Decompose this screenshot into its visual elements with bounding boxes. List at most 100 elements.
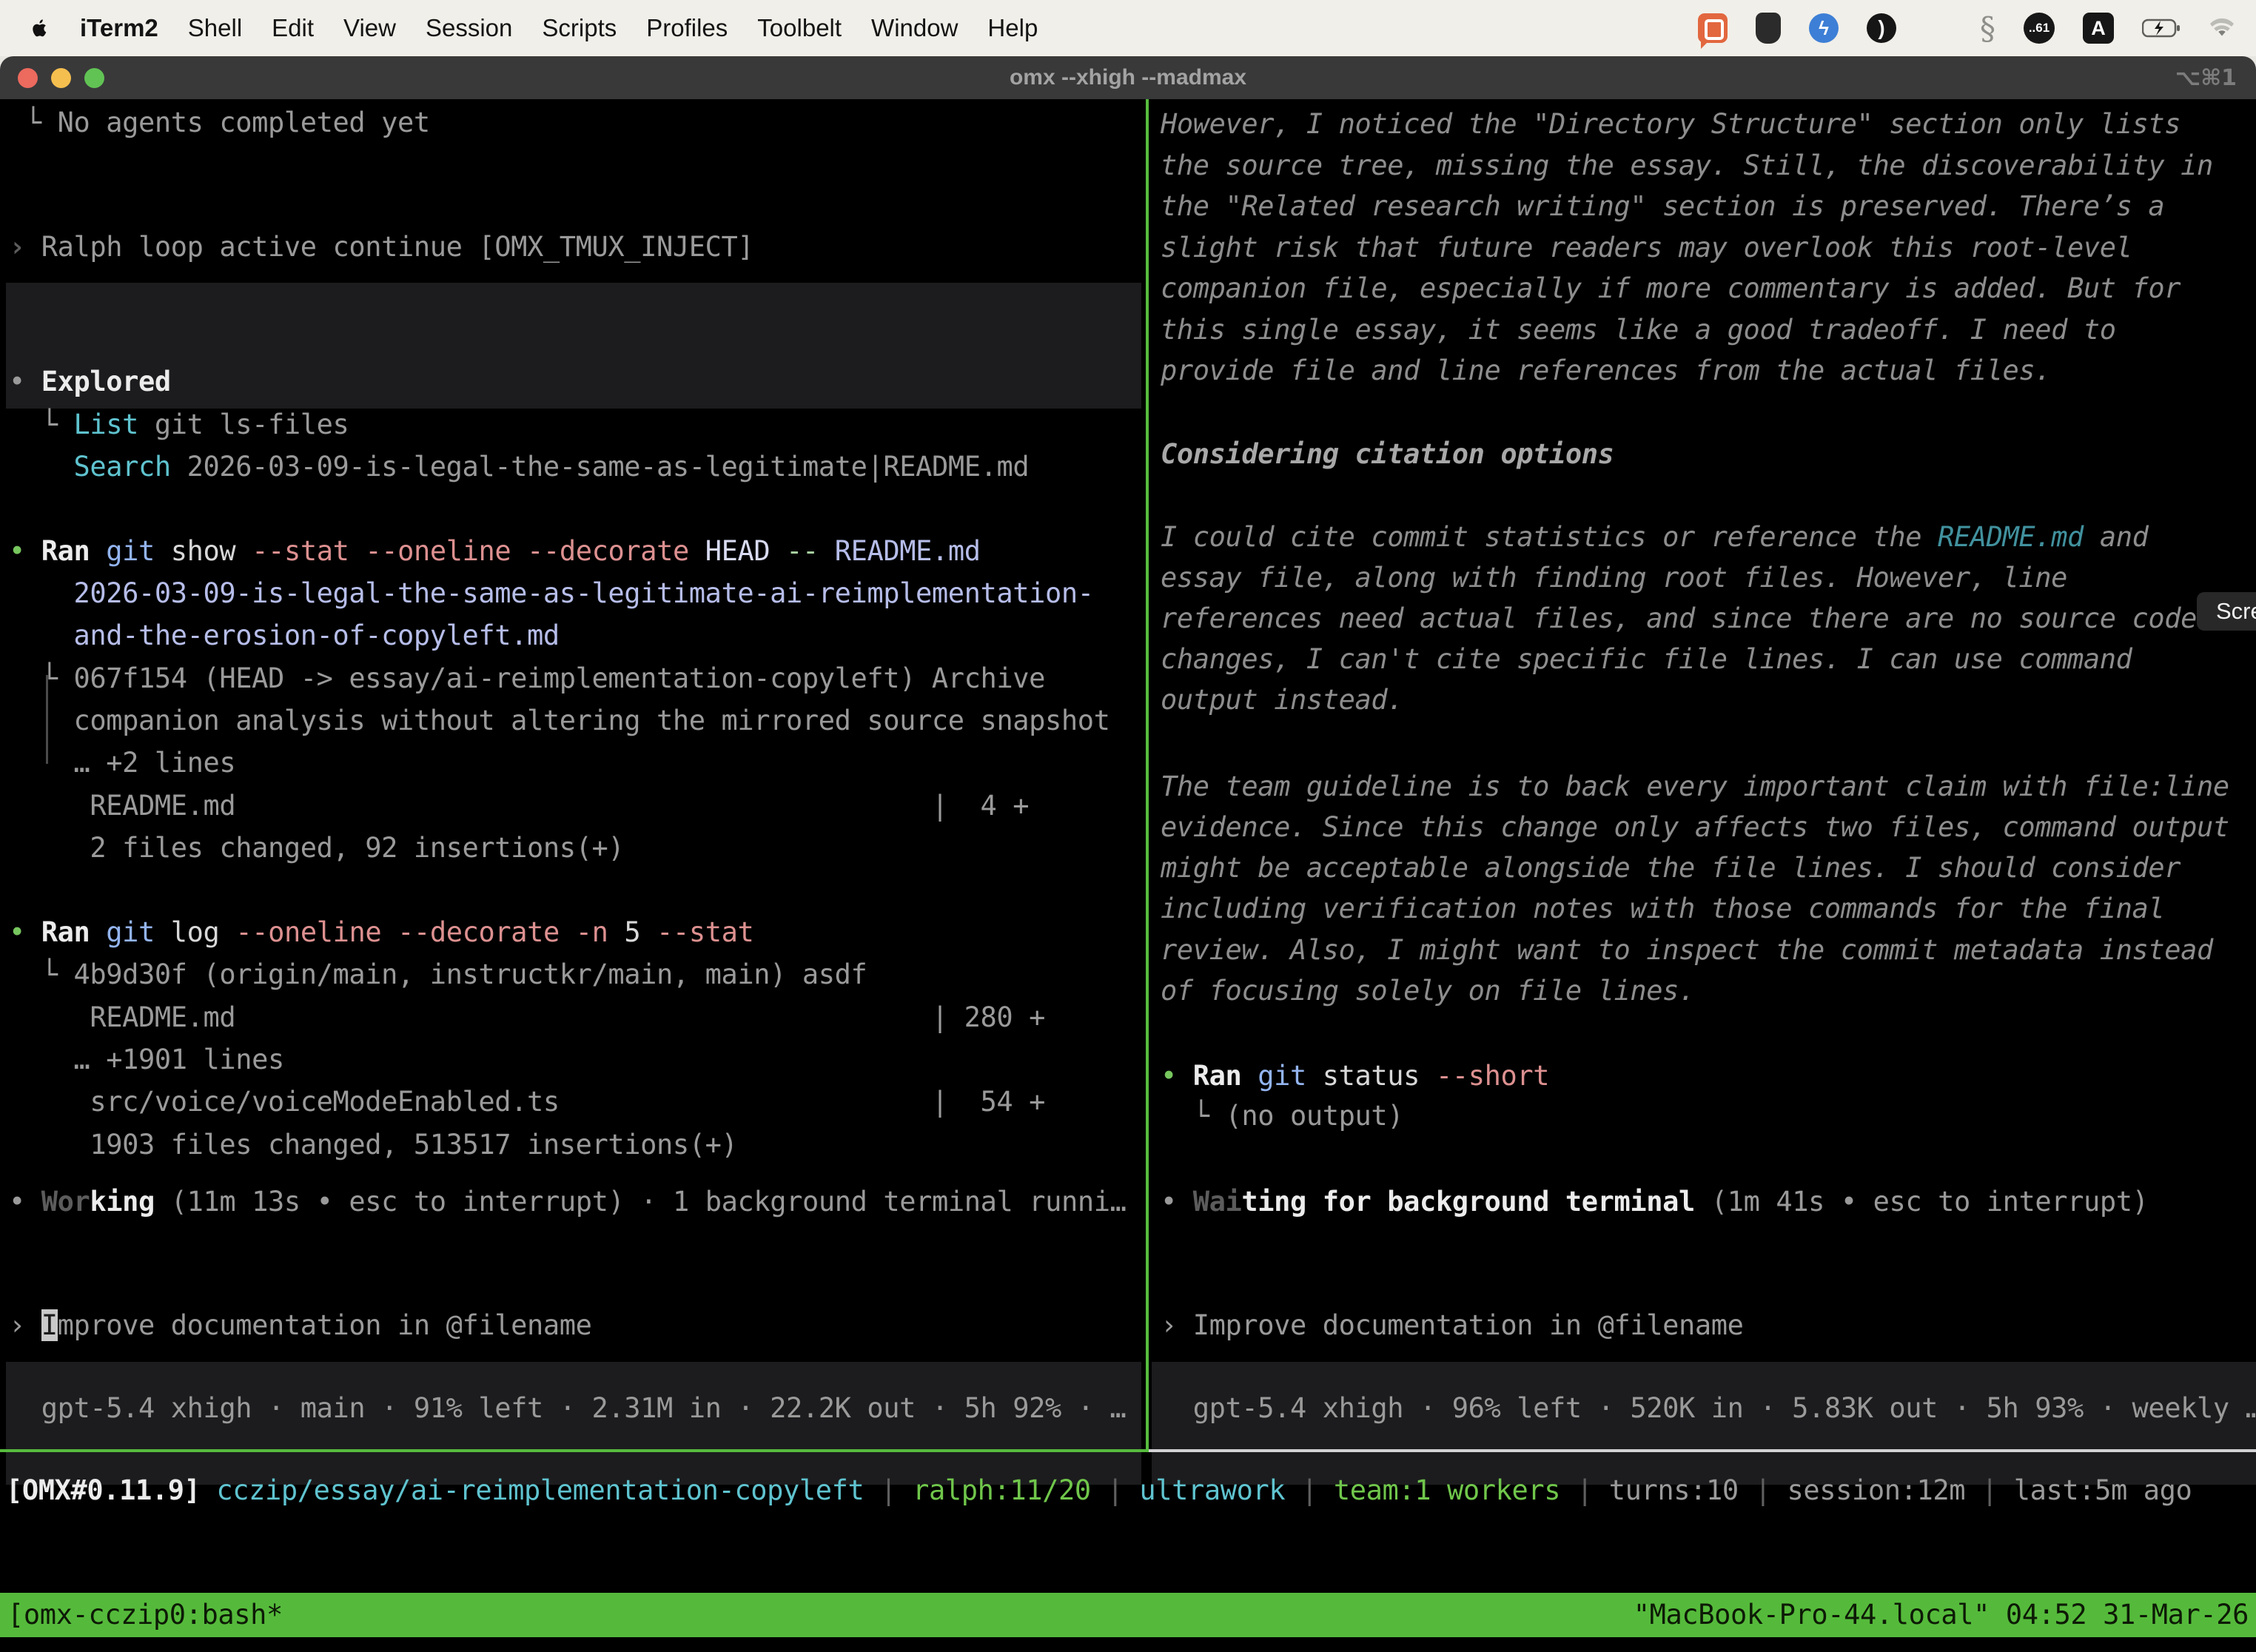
- text-segment: … +2 lines: [9, 747, 235, 779]
- text-segment: might be acceptable alongside the file l…: [1161, 852, 2181, 884]
- clip-app-icon[interactable]: §: [1980, 10, 1995, 47]
- terminal-line-right: • Ran git status --short: [1161, 1055, 1549, 1097]
- text-segment: git: [1258, 1060, 1323, 1092]
- terminal-line-left: └ 067f154 (HEAD -> essay/ai-reimplementa…: [9, 657, 1045, 699]
- terminal-line-left: src/voice/voiceModeEnabled.ts | 54 +: [9, 1081, 1045, 1123]
- screen-indicator-overlay[interactable]: Scre: [2197, 592, 2256, 631]
- menu-items: iTerm2 Shell Edit View Session Scripts Profile…: [80, 14, 1038, 42]
- text-segment: essay file, along with finding root file…: [1161, 562, 2067, 594]
- menu-item-session[interactable]: Session: [426, 14, 512, 42]
- text-segment: Wai: [1193, 1186, 1242, 1218]
- terminal-line-right: output instead.: [1161, 679, 1403, 721]
- text-segment: cczip/essay/ai-reimplementation-copyleft: [216, 1474, 864, 1506]
- terminal-line-right: • Waiting for background terminal (1m 41…: [1161, 1181, 2148, 1223]
- text-segment: •: [1161, 1186, 1193, 1218]
- text-segment: •: [1161, 1060, 1193, 1092]
- count-badge-icon[interactable]: ..61: [2024, 13, 2055, 44]
- terminal-line-left: 2026-03-09-is-legal-the-same-as-legitima…: [9, 572, 1094, 614]
- text-segment: README.md: [835, 535, 981, 567]
- text-segment: git ls-files: [138, 409, 349, 440]
- text-segment: ralph:11/20: [913, 1474, 1091, 1506]
- apple-menu-icon[interactable]: [28, 16, 50, 41]
- text-segment: └ 067f154 (HEAD -> essay/ai-reimplementa…: [9, 662, 1045, 694]
- text-segment: 2026-03-09-is-legal-the-same-as-legitima…: [9, 577, 1094, 609]
- pane-border-bottom-left: [0, 1449, 1149, 1452]
- tmux-pane-divider[interactable]: [1146, 99, 1149, 1449]
- text-segment: the source tree, missing the essay. Stil…: [1161, 150, 2213, 181]
- text-segment: ›: [9, 1309, 41, 1341]
- text-segment: README.md: [1938, 521, 2084, 553]
- terminal-line-left: › Improve documentation in @filename: [9, 1304, 592, 1346]
- text-segment: |: [1560, 1474, 1609, 1506]
- menu-item-toolbelt[interactable]: Toolbelt: [757, 14, 842, 42]
- terminal-line-left: └ No agents completed yet: [9, 101, 430, 144]
- terminal-line-right: changes, I can't cite specific file line…: [1161, 638, 2132, 680]
- terminal-line-right: the source tree, missing the essay. Stil…: [1161, 144, 2213, 187]
- terminal-line-left: 2 files changed, 92 insertions(+): [9, 827, 624, 869]
- terminal-line-left: • Working (11m 13s • esc to interrupt) ·…: [9, 1181, 1126, 1223]
- grid-dots-icon[interactable]: [1924, 15, 1952, 42]
- terminal-line-left: 1903 files changed, 513517 insertions(+): [9, 1124, 737, 1166]
- terminal-line-left: gpt-5.4 xhigh · main · 91% left · 2.31M …: [9, 1387, 1126, 1429]
- text-segment: Wor: [41, 1186, 90, 1218]
- text-segment: └ (no output): [1161, 1100, 1403, 1132]
- menu-bar: iTerm2 Shell Edit View Session Scripts Profile…: [0, 0, 2256, 56]
- menu-item-iterm2[interactable]: iTerm2: [80, 14, 158, 42]
- text-segment: |: [1285, 1474, 1334, 1506]
- wifi-icon[interactable]: [2209, 18, 2235, 38]
- terminal-line-right: › Improve documentation in @filename: [1161, 1304, 1744, 1346]
- chat-app-icon[interactable]: [1698, 13, 1728, 43]
- omx-status-text: [OMX#0.11.9] cczip/essay/ai-reimplementa…: [6, 1469, 2192, 1511]
- keyboard-layout-icon[interactable]: A: [2083, 13, 2114, 44]
- text-segment: |: [1739, 1474, 1787, 1506]
- terminal-line-left: └ List git ls-files: [9, 403, 349, 446]
- text-segment: ultrawork: [1139, 1474, 1285, 1506]
- text-segment: ting for background terminal: [1241, 1186, 1695, 1218]
- text-segment: provide file and line references from th…: [1161, 355, 2051, 386]
- menu-item-scripts[interactable]: Scripts: [542, 14, 617, 42]
- terminal-line-right: references need actual files, and since …: [1161, 597, 2197, 639]
- text-segment: companion file, especially if more comme…: [1161, 272, 2181, 304]
- terminal-line-left: └ 4b9d30f (origin/main, instructkr/main,…: [9, 953, 867, 995]
- terminal-line-right: the "Related research writing" section i…: [1161, 185, 2164, 227]
- text-segment: -n: [576, 916, 625, 948]
- terminal-line-right: I could cite commit statistics or refere…: [1161, 516, 2148, 558]
- battery-icon[interactable]: [2142, 18, 2181, 38]
- shield-app-icon[interactable]: [1756, 13, 1781, 44]
- text-segment: --stat: [657, 916, 753, 948]
- text-segment: [OMX#0.11.9]: [6, 1474, 216, 1506]
- text-segment: However, I noticed the "Directory Struct…: [1161, 108, 2181, 140]
- terminal-line-left: … +1901 lines: [9, 1038, 284, 1081]
- terminal-content: └ No agents completed yet › Ralph loop ac…: [0, 99, 2256, 1652]
- tmux-session-window[interactable]: [omx-cczip0:bash*: [7, 1593, 283, 1637]
- terminal-line-left: • Explored: [9, 360, 171, 403]
- terminal-line-right: Considering citation options: [1161, 433, 1614, 475]
- text-segment: --: [786, 535, 835, 567]
- text-segment: --oneline --decorate: [235, 916, 575, 948]
- menu-item-window[interactable]: Window: [871, 14, 958, 42]
- terminal-line-left: › Ralph loop active continue [OMX_TMUX_I…: [9, 226, 753, 268]
- text-segment: log: [171, 916, 236, 948]
- text-segment: 1903 files changed, 513517 insertions(+): [9, 1129, 737, 1161]
- menu-item-profiles[interactable]: Profiles: [646, 14, 728, 42]
- menu-item-help[interactable]: Help: [987, 14, 1038, 42]
- text-segment: └ 4b9d30f (origin/main, instructkr/main,…: [9, 958, 867, 990]
- pie-app-icon[interactable]: ): [1867, 13, 1896, 43]
- text-segment: last:5m ago: [2014, 1474, 2192, 1506]
- pane-border-bottom-right: [1149, 1449, 2256, 1452]
- menu-item-view[interactable]: View: [343, 14, 396, 42]
- menu-item-shell[interactable]: Shell: [188, 14, 242, 42]
- terminal-line-left: Search 2026-03-09-is-legal-the-same-as-l…: [9, 446, 1029, 488]
- text-segment: 2 files changed, 92 insertions(+): [9, 832, 624, 864]
- text-segment: (11m 13s • esc to interrupt) · 1 backgro…: [155, 1186, 1127, 1218]
- menu-item-edit[interactable]: Edit: [272, 14, 314, 42]
- injected-message-box: [6, 283, 1141, 409]
- terminal-line-right: provide file and line references from th…: [1161, 349, 2051, 392]
- terminal-line-right: might be acceptable alongside the file l…: [1161, 847, 2181, 889]
- sync-app-icon[interactable]: ϟ: [1809, 13, 1839, 43]
- text-segment: king: [90, 1186, 155, 1218]
- window-title-bar: omx --xhigh --madmax ⌥⌘1: [0, 56, 2256, 99]
- text-segment: ›: [9, 231, 41, 263]
- text-segment: this single essay, it seems like a good …: [1161, 314, 2116, 346]
- terminal-line-right: this single essay, it seems like a good …: [1161, 309, 2116, 351]
